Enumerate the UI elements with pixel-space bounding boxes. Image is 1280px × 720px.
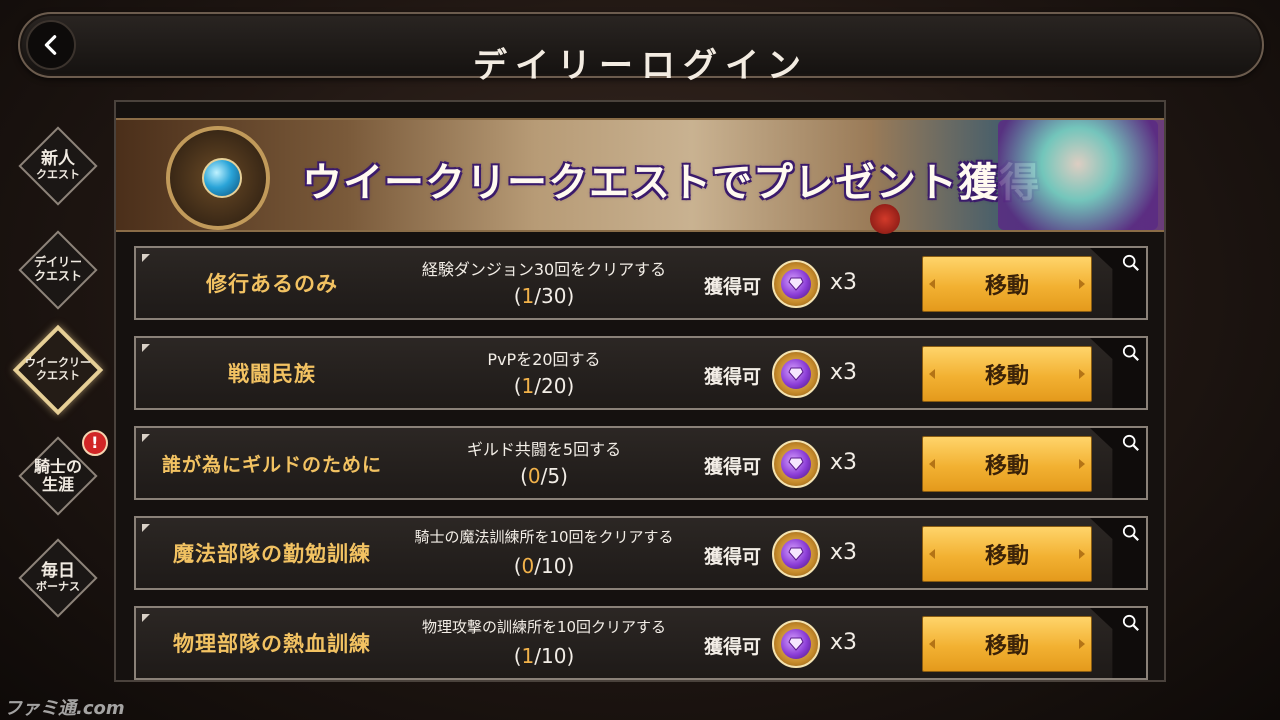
tab-label-small: ボーナス	[36, 580, 80, 594]
wax-seal-icon	[870, 204, 900, 234]
quest-progress: (0/5)	[520, 464, 568, 488]
gem-reward-icon	[772, 260, 820, 308]
search-icon[interactable]	[1122, 434, 1140, 452]
tab-label-small: デイリー クエスト	[33, 255, 82, 283]
reward-quantity: x3	[830, 360, 858, 385]
claimable-label: 獲得可	[704, 546, 762, 568]
quest-description: PvPを20回する	[487, 350, 601, 369]
quest-name: 誰が為にギルドのために	[161, 453, 382, 476]
quest-row: 修行あるのみ 経験ダンジョン30回をクリアする (1/30) 獲得可 x3 移動	[134, 246, 1148, 320]
gem-reward-icon	[772, 440, 820, 488]
tab-label-small: クエスト	[36, 168, 80, 182]
claimable-label: 獲得可	[704, 366, 762, 388]
quest-progress: (1/30)	[513, 284, 575, 308]
gem-reward-icon	[772, 350, 820, 398]
quest-name: 物理部隊の熱血訓練	[173, 632, 371, 656]
claimable-label: 獲得可	[704, 276, 762, 298]
tab-label-big: 騎士の 生涯	[33, 456, 82, 494]
header-bar: デイリーログイン	[18, 12, 1264, 86]
quest-description: 騎士の魔法訓練所を10回をクリアする	[414, 528, 674, 546]
reward-quantity: x3	[830, 630, 858, 655]
page-title: デイリーログイン	[473, 46, 809, 86]
move-button[interactable]: 移動	[922, 256, 1092, 312]
orb-icon	[202, 158, 242, 198]
claimable-label: 獲得可	[704, 636, 762, 658]
move-button[interactable]: 移動	[922, 436, 1092, 492]
tab-daily-bonus[interactable]: 毎日 ボーナス	[18, 538, 98, 618]
search-icon[interactable]	[1122, 524, 1140, 542]
quest-description: 経験ダンジョン30回をクリアする	[421, 260, 667, 279]
search-icon[interactable]	[1122, 614, 1140, 632]
character-illustration	[998, 120, 1158, 230]
search-icon[interactable]	[1122, 344, 1140, 362]
gem-reward-icon	[772, 620, 820, 668]
reward-quantity: x3	[830, 270, 858, 295]
quest-row: 物理部隊の熱血訓練 物理攻撃の訓練所を10回クリアする (1/10) 獲得可 x…	[134, 606, 1148, 680]
quest-row: 戦闘民族 PvPを20回する (1/20) 獲得可 x3 移動	[134, 336, 1148, 410]
quest-name: 修行あるのみ	[206, 272, 338, 296]
move-button[interactable]: 移動	[922, 616, 1092, 672]
alert-icon: !	[76, 424, 114, 462]
banner-title: ウイークリークエストでプレゼント獲得	[302, 160, 1040, 206]
quest-progress: (1/20)	[513, 374, 575, 398]
move-button[interactable]: 移動	[922, 346, 1092, 402]
watermark: ファミ通.com	[4, 698, 125, 719]
quest-progress: (0/10)	[513, 554, 575, 578]
reward-quantity: x3	[830, 450, 858, 475]
event-banner: ウイークリークエストでプレゼント獲得	[116, 118, 1164, 234]
tab-label-big: 新人	[41, 148, 75, 169]
quest-name: 戦闘民族	[228, 362, 316, 386]
tab-daily-quest[interactable]: デイリー クエスト	[18, 230, 98, 310]
quest-panel: ウイークリークエストでプレゼント獲得 修行あるのみ 経験ダンジョン30回をクリア…	[114, 100, 1166, 682]
chevron-left-icon	[44, 35, 57, 55]
quest-name: 魔法部隊の勤勉訓練	[173, 542, 371, 566]
quest-progress: (1/10)	[513, 644, 575, 668]
quest-row: 魔法部隊の勤勉訓練 騎士の魔法訓練所を10回をクリアする (0/10) 獲得可 …	[134, 516, 1148, 590]
gem-reward-icon	[772, 530, 820, 578]
search-icon[interactable]	[1122, 254, 1140, 272]
tab-weekly-quest[interactable]: ウイークリー クエスト	[12, 324, 104, 416]
tab-knight-life[interactable]: 騎士の 生涯 !	[18, 424, 114, 516]
move-button[interactable]: 移動	[922, 526, 1092, 582]
tab-label-small: ウイークリー クエスト	[25, 356, 91, 382]
claimable-label: 獲得可	[704, 456, 762, 478]
reward-quantity: x3	[830, 540, 858, 565]
quest-description: 物理攻撃の訓練所を10回クリアする	[421, 618, 667, 636]
tab-new-quest[interactable]: 新人 クエスト	[18, 126, 98, 206]
back-button[interactable]	[26, 20, 76, 70]
quest-description: ギルド共闘を5回する	[466, 440, 622, 459]
tab-label-big: 毎日	[41, 560, 75, 581]
quest-row: 誰が為にギルドのために ギルド共闘を5回する (0/5) 獲得可 x3 移動	[134, 426, 1148, 500]
